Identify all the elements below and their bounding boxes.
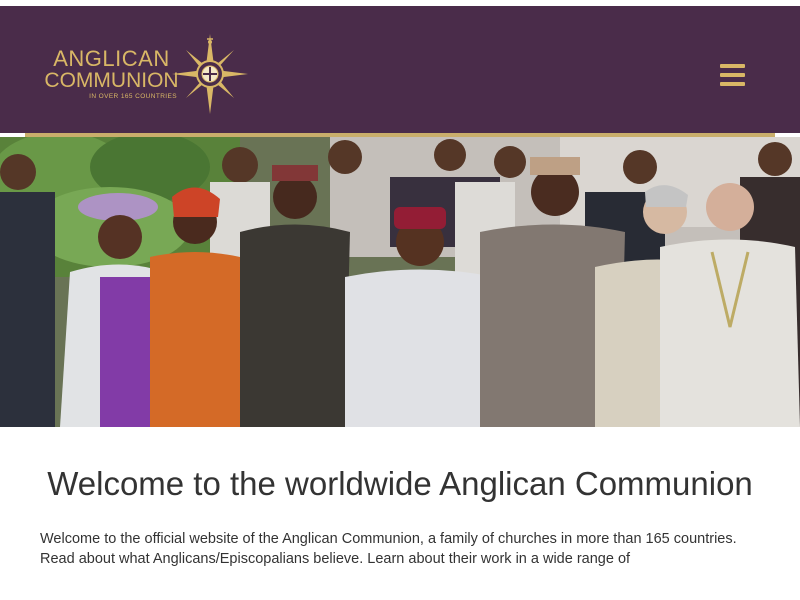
logo-line-2: COMMUNION xyxy=(44,69,179,92)
logo-line-1: ANGLICAN xyxy=(53,46,170,71)
logo-wordmark: ANGLICAN COMMUNION IN OVER 165 COUNTRIES xyxy=(44,46,179,101)
menu-bar xyxy=(720,64,745,68)
intro-paragraph: Welcome to the official website of the A… xyxy=(40,531,737,567)
menu-bar xyxy=(720,82,745,86)
logo-line-3: IN OVER 165 COUNTRIES xyxy=(89,93,177,100)
welcome-section: Welcome to the worldwide Anglican Commun… xyxy=(0,427,800,569)
hero-image xyxy=(0,137,800,427)
menu-button[interactable] xyxy=(720,64,745,88)
group-photo-image xyxy=(0,137,800,427)
site-header: ANGLICAN COMMUNION IN OVER 165 COUNTRIES xyxy=(0,6,800,137)
compass-rose-icon xyxy=(172,34,248,114)
page-title: Welcome to the worldwide Anglican Commun… xyxy=(47,465,753,502)
site-logo[interactable]: ANGLICAN COMMUNION IN OVER 165 COUNTRIES xyxy=(44,34,249,116)
menu-bar xyxy=(720,73,745,77)
